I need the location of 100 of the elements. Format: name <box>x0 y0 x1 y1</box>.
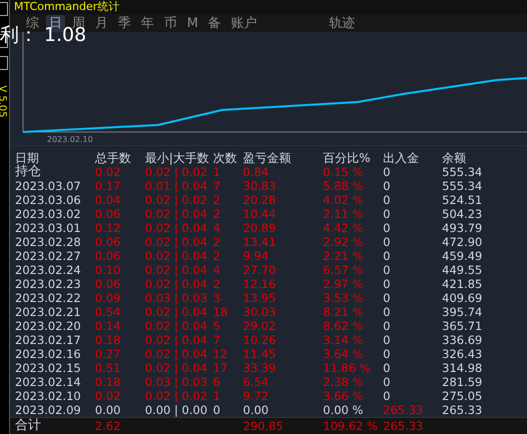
table-cell-text: 0.54 <box>95 305 122 320</box>
table-cell-text: 2023.03.02 <box>15 207 82 222</box>
total-label: 合计 <box>15 419 42 434</box>
table-cell-text: 3.53 % <box>323 291 364 306</box>
tab[interactable]: 账户 <box>228 14 260 32</box>
table-cell-text: 2.97 % <box>323 277 364 292</box>
table-cell-text: 0.02 | 0.04 <box>145 207 208 222</box>
table-cell-text: 2023.03.01 <box>15 221 82 236</box>
table-cell-text: 3 <box>213 291 222 306</box>
table-cell-text: 4 <box>213 263 222 278</box>
table-cell-text: 2 <box>213 235 222 250</box>
table-cell-text: 20.28 <box>243 193 277 208</box>
table-cell-text: 0.14 <box>95 319 122 334</box>
table-cell-text: 2023.02.20 <box>15 319 82 334</box>
table-cell-text: 472.90 <box>442 235 484 250</box>
table-cell-text: 11.45 <box>243 347 277 362</box>
table-cell-text: 0.04 <box>95 193 122 208</box>
table-cell-text: 2 <box>213 249 222 264</box>
table-cell-text: 0.02 | 0.04 <box>145 221 208 236</box>
table-cell-text: 0.00 | 0.00 <box>145 403 208 418</box>
table-cell-text: 0.09 <box>95 291 122 306</box>
table-cell-text: 0.27 <box>95 347 122 362</box>
tab[interactable]: 币 <box>161 14 180 32</box>
table-cell-text: 0 <box>383 263 392 278</box>
table-cell-text: 0 <box>383 249 392 264</box>
table-cell-text: 0.03 | 0.03 <box>145 291 208 306</box>
table-cell-text: 0 <box>383 291 392 306</box>
table-cell-text: 0.06 <box>95 235 122 250</box>
table-cell-text: 281.59 <box>442 375 484 390</box>
tab[interactable]: 备 <box>205 14 224 32</box>
table-cell-text: 2023.02.14 <box>15 375 82 390</box>
table-cell-text: 9.94 <box>243 249 270 264</box>
table-cell-text: 459.49 <box>442 249 484 264</box>
table-cell-text: 0 <box>383 305 392 320</box>
table-cell-text: 18 <box>213 305 229 320</box>
table-cell-text: 0 <box>383 165 392 180</box>
column-header: 出入金 <box>383 151 420 166</box>
table-cell-text: 2.38 % <box>323 375 364 390</box>
table-cell-text: 0.02 <box>95 389 122 404</box>
table-cell-text: 6 <box>213 375 222 390</box>
column-header: 百分比% <box>323 151 372 166</box>
table-cell-text: 0.18 <box>95 333 122 348</box>
tab[interactable]: M <box>184 14 202 32</box>
table-cell-text: 12.16 <box>243 277 277 292</box>
table-cell-text: 365.71 <box>442 319 484 334</box>
table-cell-text: 314.98 <box>442 361 484 376</box>
column-header: 余额 <box>442 151 467 166</box>
table-cell-text: 9.72 <box>243 389 270 404</box>
table-cell-text: 2023.02.10 <box>15 389 82 404</box>
table-cell-text: 0 <box>383 221 392 236</box>
tab[interactable]: 月 <box>92 14 111 32</box>
table-cell-text: 0 <box>213 403 222 418</box>
table-cell-text: 2 <box>213 193 222 208</box>
table-cell-text: 0.00 <box>95 403 122 418</box>
table-cell-text: 29.02 <box>243 319 277 334</box>
table-cell-text: 409.69 <box>442 291 484 306</box>
table-cell-text: 2.62 <box>95 419 122 434</box>
table-cell-text: 10.44 <box>243 207 277 222</box>
tab[interactable]: 轨迹 <box>326 14 358 32</box>
table-cell-text: 2023.02.15 <box>15 361 82 376</box>
table-cell-text: 2023.02.24 <box>15 263 82 278</box>
table-cell-text: 395.74 <box>442 305 484 320</box>
column-header: 盈亏金额 <box>243 151 292 166</box>
table-cell-text: 6.54 <box>243 375 270 390</box>
table-cell-text: 493.79 <box>442 221 484 236</box>
table-cell-text: 0 <box>383 277 392 292</box>
table-cell-text: 0.84 <box>243 165 270 180</box>
table-cell-text: 2023.02.27 <box>15 249 82 264</box>
table-cell-text: 2023.03.06 <box>15 193 82 208</box>
table-cell-text: 555.34 <box>442 165 484 180</box>
table-cell-text: 0.02 | 0.02 <box>145 389 208 404</box>
table-cell-text: 5.88 % <box>323 179 364 194</box>
tab[interactable]: 季 <box>115 14 134 32</box>
table-cell-text: 0 <box>383 375 392 390</box>
table-cell-text: 2023.02.09 <box>15 403 82 418</box>
column-header: 日期 <box>15 151 39 166</box>
table-cell-text: 275.05 <box>442 389 484 404</box>
table-cell-text: 0.00 <box>243 403 270 418</box>
table-cell-text: 0.02 | 0.04 <box>145 277 208 292</box>
table-cell-text: 1 <box>213 165 222 180</box>
table-cell-text: 27.70 <box>243 263 277 278</box>
table-cell-text: 504.23 <box>442 207 484 222</box>
column-header: 最小|大手数 <box>145 151 210 166</box>
table-cell-text: 265.33 <box>383 403 424 418</box>
table-cell-text: 326.43 <box>442 347 484 362</box>
table-cell-text: 2 <box>213 277 222 292</box>
table-cell-text: 4 <box>213 221 222 236</box>
table-cell-text: 7 <box>213 333 222 348</box>
table-cell-text: 2023.02.16 <box>15 347 82 362</box>
axis-label: 2023.02.10 <box>47 135 93 146</box>
table-cell-text: 8.62 % <box>323 319 364 334</box>
table-cell-text: 265.33 <box>383 419 424 434</box>
table-cell-text: 0.06 <box>95 207 122 222</box>
table-cell-text: 265.33 <box>442 403 484 418</box>
table-cell-text: 0 <box>383 347 392 362</box>
tab[interactable]: 年 <box>138 14 157 32</box>
table-cell-text: 0.00 % <box>323 403 364 418</box>
table-cell-text: 6.57 % <box>323 263 364 278</box>
table-cell-text: 2 <box>213 207 222 222</box>
table-cell-text: 0 <box>383 389 392 404</box>
